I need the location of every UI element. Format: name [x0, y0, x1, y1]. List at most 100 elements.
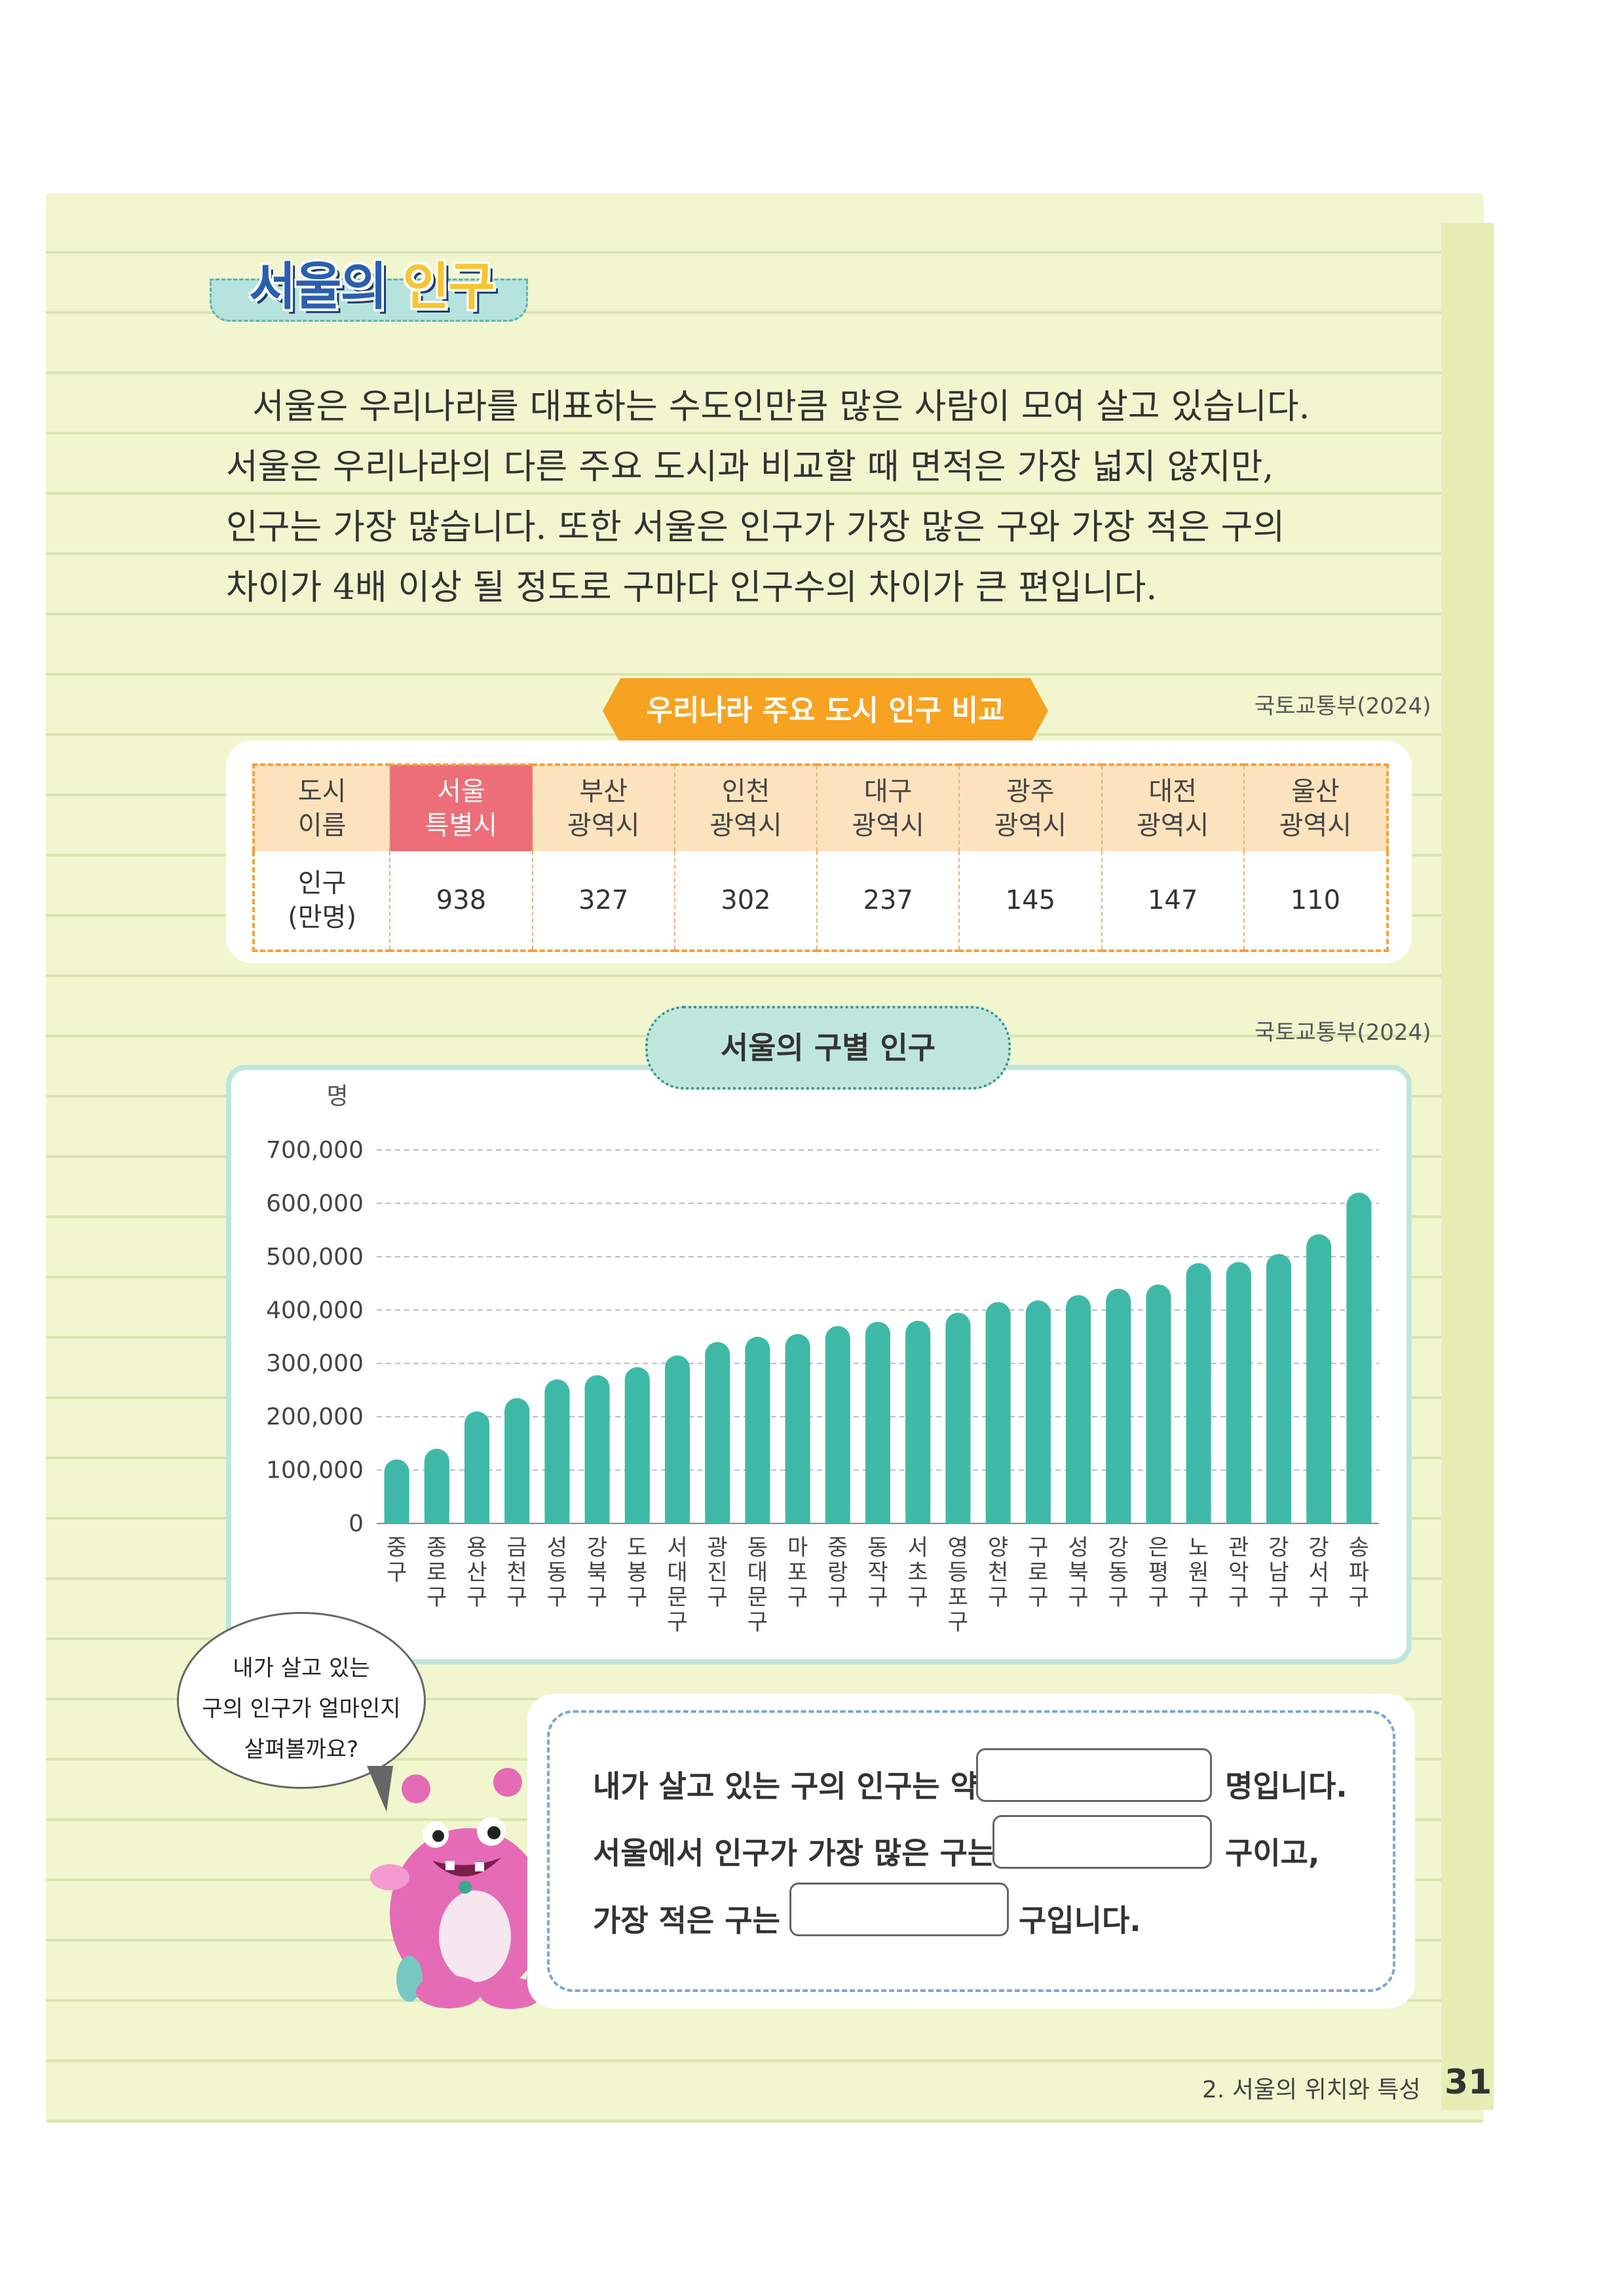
y-tick-label: 0: [349, 1510, 364, 1537]
fill-line2-suffix: 구이고,: [1225, 1835, 1320, 1871]
bar-body: [705, 1354, 730, 1523]
population-value-daegu: 237: [816, 851, 960, 951]
city-name: 인천: [721, 776, 770, 807]
bar-body: [1266, 1266, 1291, 1523]
population-value-ulsan: 110: [1243, 851, 1388, 951]
y-tick-label: 300,000: [266, 1350, 364, 1377]
x-tick-label: 강동구: [1108, 1535, 1129, 1611]
x-tick-label: 구로구: [1028, 1535, 1048, 1611]
city-type: 광역시: [852, 811, 924, 841]
city-type: 광역시: [709, 811, 782, 841]
y-tick-label: 600,000: [266, 1190, 364, 1217]
bar-body: [544, 1392, 570, 1523]
population-answer-box[interactable]: [976, 1748, 1212, 1802]
population-value-busan: 327: [531, 851, 675, 951]
x-tick-label: 강서구: [1309, 1535, 1329, 1611]
y-tick-label: 500,000: [266, 1244, 364, 1271]
title-part2: 인구: [402, 258, 495, 316]
most-populous-answer-box[interactable]: [992, 1815, 1212, 1869]
bar-body: [464, 1423, 489, 1523]
y-tick-label: 400,000: [266, 1297, 364, 1324]
city-table-source: 국토교통부(2024): [1255, 693, 1431, 719]
paragraph-line: 차이가 4배 이상 될 정도로 구마다 인구수의 차이가 큰 편입니다.: [226, 567, 1158, 607]
city-type: 광역시: [1136, 811, 1209, 841]
x-tick-label: 동대문구: [747, 1535, 768, 1636]
city-name: 대구: [863, 776, 913, 807]
population-value-daejeon: 147: [1101, 851, 1244, 951]
y-tick-label: 200,000: [266, 1404, 364, 1430]
bar-body: [1346, 1205, 1372, 1523]
table-header-row: 도시 이름 서울 특별시 부산 광역시 인천 광역시 대구 광역시 광주 광역시 대전 광역시…: [254, 765, 1388, 851]
population-value-gwangju: 145: [958, 851, 1102, 951]
x-tick-label: 서초구: [908, 1535, 928, 1611]
x-tick-label: 송파구: [1349, 1535, 1369, 1611]
table-value-row: 인구 (만명) 938 327 302 237 145 147 110: [254, 851, 1388, 951]
paragraph-line: 서울은 우리나라의 다른 주요 도시과 비교할 때 면적은 가장 넓지 않지만,: [226, 447, 1274, 487]
city-header-seoul: 서울특별시: [389, 765, 533, 851]
fill-line3-suffix: 구입니다.: [1019, 1903, 1141, 1938]
x-tick-label: 중랑구: [827, 1535, 848, 1611]
bar-body: [665, 1368, 690, 1523]
bar-body: [1226, 1274, 1251, 1523]
city-header-incheon: 인천광역시: [673, 765, 818, 851]
city-name: 서울: [437, 776, 485, 807]
city-name: 울산: [1291, 776, 1340, 807]
district-population-chart: 명 0 100,000 200,000 300,000 400,000 500,000 600…: [266, 1083, 1379, 1636]
population-value-incheon: 302: [673, 851, 818, 951]
x-tick-label: 금천구: [507, 1535, 527, 1611]
x-tick-label: 도봉구: [627, 1535, 647, 1611]
x-tick-label: 강남구: [1268, 1535, 1289, 1611]
paper-edge: [1441, 223, 1494, 2110]
paragraph-line: 서울은 우리나라를 대표하는 수도인만큼 많은 사람이 모여 살고 있습니다.: [252, 387, 1310, 427]
bar-body: [745, 1349, 770, 1523]
x-tick-label: 중구: [387, 1535, 407, 1586]
bar-body: [504, 1410, 530, 1523]
city-header-ulsan: 울산 광역시: [1243, 765, 1388, 851]
least-populous-answer-box[interactable]: [789, 1883, 1009, 1936]
bar-body: [1066, 1307, 1091, 1523]
city-population-table: 도시 이름 서울 특별시 부산 광역시 인천 광역시 대구 광역시 광주 광역시 대전 광역시…: [252, 763, 1389, 952]
x-tick-label: 용산구: [466, 1535, 487, 1611]
fill-line2-text: 서울에서 인구가 가장 많은 구는: [593, 1835, 996, 1871]
city-type: 특별시: [425, 811, 498, 841]
x-tick-label: 은평구: [1148, 1535, 1169, 1611]
y-tick-label: 700,000: [266, 1137, 364, 1164]
fill-line1-text: 내가 살고 있는 구의 인구는 약: [593, 1769, 978, 1804]
city-name: 대전: [1148, 776, 1197, 807]
row-label-line2: (만명): [288, 902, 357, 932]
x-tick-label: 성북구: [1068, 1535, 1088, 1611]
population-value-seoul: 938: [389, 851, 533, 951]
fill-line3-text: 가장 적은 구는: [593, 1903, 780, 1938]
x-tick-label: 성동구: [547, 1535, 567, 1611]
header-label-cell: 도시 이름: [254, 765, 390, 851]
bar-body: [785, 1346, 810, 1523]
y-axis-unit: 명: [326, 1083, 348, 1110]
section-title: 서울의 인구: [210, 246, 528, 322]
page-number: 31: [1445, 2063, 1492, 2102]
city-name: 부산: [579, 776, 628, 807]
title-part1: 서울의: [249, 258, 403, 316]
bubble-line: 구의 인구가 얼마인지: [202, 1696, 401, 1722]
district-chart-source: 국토교통부(2024): [1255, 1020, 1431, 1046]
city-header-busan: 부산광역시: [531, 765, 675, 851]
fill-line1-suffix: 명입니다.: [1225, 1769, 1348, 1804]
city-type: 광역시: [994, 811, 1067, 841]
bar-body: [825, 1338, 850, 1523]
bar-body: [1025, 1312, 1051, 1523]
city-type: 광역시: [567, 811, 640, 841]
x-tick-label: 영등포구: [948, 1535, 968, 1636]
intro-paragraph: 서울은 우리나라를 대표하는 수도인만큼 많은 사람이 모여 살고 있습니다. …: [226, 377, 1425, 618]
bar-body: [905, 1333, 931, 1523]
bar-body: [384, 1472, 409, 1523]
x-tick-label: 동작구: [867, 1535, 888, 1611]
x-tick-label: 강북구: [587, 1535, 607, 1611]
x-tick-label: 양천구: [988, 1535, 1008, 1611]
bar-body: [865, 1334, 890, 1523]
x-tick-label: 노원구: [1188, 1535, 1209, 1611]
header-label-line1: 도시: [297, 776, 347, 807]
bar-body: [1146, 1297, 1171, 1523]
chapter-label: 2. 서울의 위치와 특성: [1202, 2076, 1421, 2103]
paragraph-line: 인구는 가장 많습니다. 또한 서울은 인구가 가장 많은 구와 가장 적은 구…: [226, 507, 1285, 547]
bar-body: [1186, 1275, 1211, 1523]
bar-body: [1106, 1301, 1131, 1523]
